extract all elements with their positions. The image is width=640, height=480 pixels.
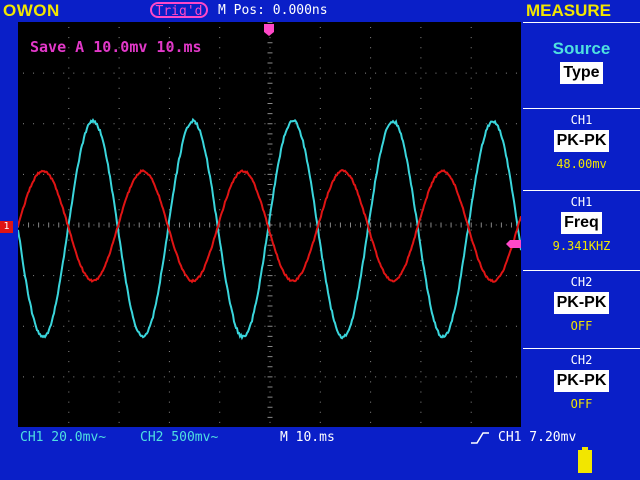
measure-menu: Source Type CH1 PK-PK 48.00mv CH1 Freq 9… [523,22,640,427]
slot-value: OFF [523,319,640,333]
trigger-level: CH1 7.20mv [498,430,576,445]
trigger-level-marker [506,240,521,248]
slot-value: 9.341KHZ [523,239,640,253]
slot-value: 48.00mv [523,157,640,171]
slot-type-button[interactable]: PK-PK [554,370,610,392]
brand-logo: OWON [3,1,60,21]
measure-slot-3[interactable]: CH2 PK-PK OFF [523,270,640,348]
ch1-scale: CH1 20.0mv~ [20,430,106,445]
source-type-button[interactable]: Type [560,62,602,84]
slot-value: OFF [523,397,640,411]
trigger-status-badge: Trig'd [150,2,208,18]
saved-waveform-label: Save A 10.0mv 10.ms [30,38,202,56]
ch1-ground-marker: 1 [0,221,13,233]
m-position-readout: M Pos: 0.000ns [218,3,328,18]
slot-type-button[interactable]: PK-PK [554,130,610,152]
top-bar: OWON Trig'd M Pos: 0.000ns MEASURE [0,0,640,22]
trigger-position-marker [264,24,274,36]
measure-slot-4[interactable]: CH2 PK-PK OFF [523,348,640,427]
source-title: Source [523,39,640,59]
measure-slot-2[interactable]: CH1 Freq 9.341KHZ [523,190,640,270]
slot-channel: CH1 [523,195,640,209]
slot-type-button[interactable]: Freq [561,212,602,234]
slot-type-button[interactable]: PK-PK [554,292,610,314]
timebase: M 10.ms [280,430,335,445]
slot-channel: CH2 [523,353,640,367]
battery-icon [578,447,592,473]
slot-channel: CH1 [523,113,640,127]
waveform-svg [18,22,521,427]
waveform-display: Save A 10.0mv 10.ms [18,22,521,427]
measure-slot-1[interactable]: CH1 PK-PK 48.00mv [523,108,640,190]
rising-edge-icon [470,430,490,445]
slot-channel: CH2 [523,275,640,289]
ch1-marker-label: 1 [3,221,9,232]
menu-slot-source[interactable]: Source Type [523,22,640,108]
menu-title: MEASURE [526,1,611,21]
ch2-scale: CH2 500mv~ [140,430,218,445]
status-bar: CH1 20.0mv~ CH2 500mv~ M 10.ms CH1 7.20m… [0,427,640,480]
